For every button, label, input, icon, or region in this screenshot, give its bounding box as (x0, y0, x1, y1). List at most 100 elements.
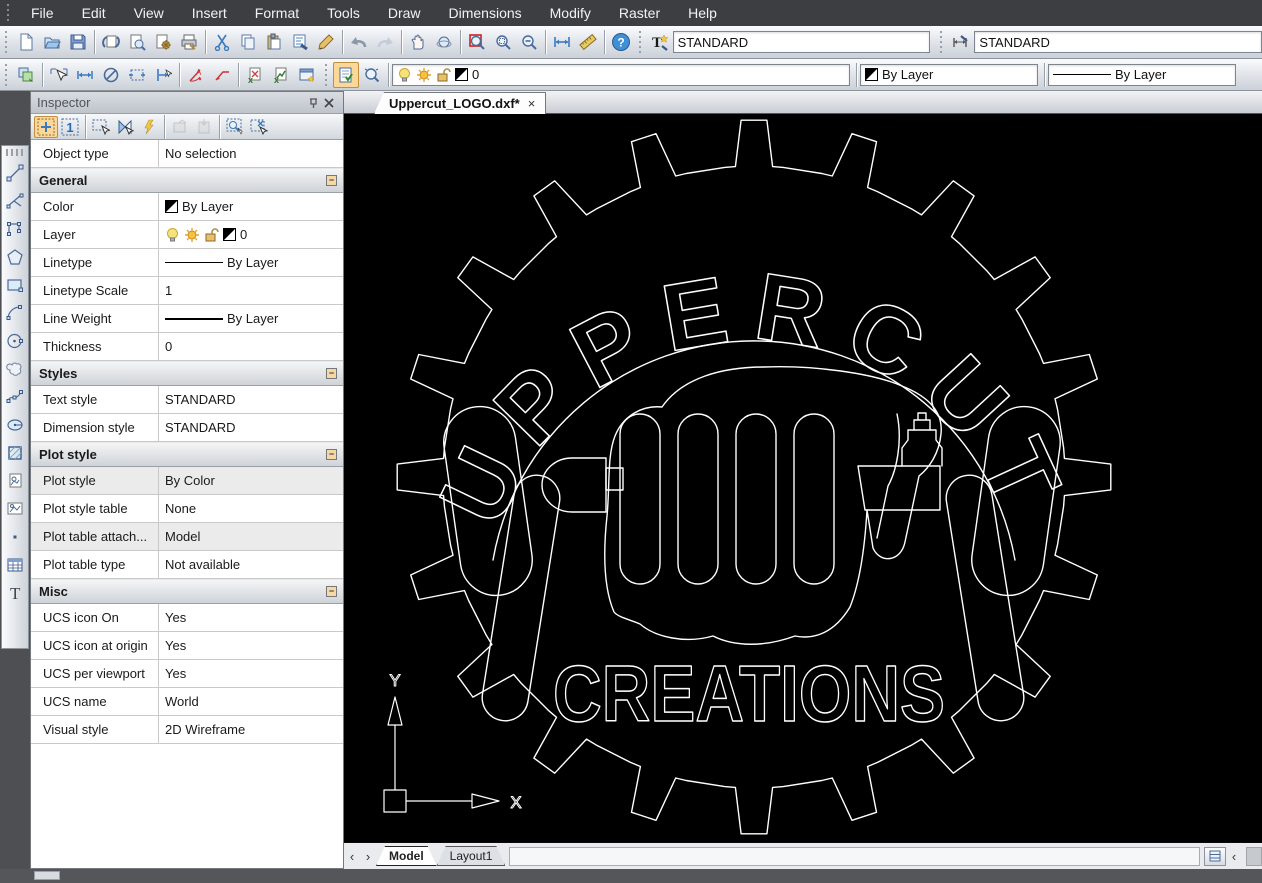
property-row-thickness[interactable]: Thickness 0 (31, 333, 343, 361)
property-row-plot-style-table[interactable]: Plot style table None (31, 495, 343, 523)
export-x-button[interactable]: x (242, 62, 268, 88)
find-settings-button[interactable] (359, 62, 385, 88)
dimension-style-combo[interactable]: STANDARD (974, 31, 1262, 53)
distance-snap-button[interactable] (72, 62, 98, 88)
property-row-text-style[interactable]: Text style STANDARD (31, 386, 343, 414)
property-row-line-weight[interactable]: Line Weight By Layer (31, 305, 343, 333)
collapse-icon[interactable]: − (326, 586, 337, 597)
collapse-icon[interactable]: − (326, 175, 337, 186)
cloud-tool-button[interactable] (3, 355, 27, 383)
status-scroll-thumb[interactable] (34, 871, 60, 880)
edit-pencil-button[interactable] (313, 29, 339, 55)
zoom-to-selection-button[interactable] (223, 116, 247, 138)
property-row-ucs-name[interactable]: UCS name World (31, 688, 343, 716)
view-list-button[interactable] (1204, 847, 1226, 866)
property-row-dimension-style[interactable]: Dimension style STANDARD (31, 414, 343, 442)
property-row-ucs-icon-on[interactable]: UCS icon On Yes (31, 604, 343, 632)
section-header-styles[interactable]: Styles − (31, 361, 343, 386)
spline-tool-button[interactable] (3, 383, 27, 411)
insert-image-tool-button[interactable] (3, 467, 27, 495)
property-row-linetype[interactable]: Linetype By Layer (31, 249, 343, 277)
toolbar-grip-handle[interactable] (938, 31, 945, 53)
angle-dimension-button[interactable]: A (183, 62, 209, 88)
property-row-color[interactable]: Color By Layer (31, 193, 343, 221)
menu-insert[interactable]: Insert (178, 0, 241, 26)
edit-nodes-tool-button[interactable] (3, 215, 27, 243)
menu-modify[interactable]: Modify (536, 0, 605, 26)
sheet-scroll-left-button[interactable]: ‹ (1226, 849, 1242, 864)
collapse-icon[interactable]: − (326, 449, 337, 460)
midpoint-snap-button[interactable] (150, 62, 176, 88)
image-frame-tool-button[interactable] (3, 495, 27, 523)
menu-raster[interactable]: Raster (605, 0, 674, 26)
save-button[interactable] (65, 29, 91, 55)
import-x-button[interactable]: x (268, 62, 294, 88)
text-tool-button[interactable]: T (3, 579, 27, 607)
property-row-plot-table-type[interactable]: Plot table type Not available (31, 551, 343, 579)
toolbar-grip-handle[interactable] (3, 31, 10, 53)
menu-help[interactable]: Help (674, 0, 731, 26)
menu-view[interactable]: View (120, 0, 178, 26)
rectangle-tool-button[interactable] (3, 271, 27, 299)
clear-selection-button[interactable] (247, 116, 271, 138)
circle-tool-button[interactable] (3, 327, 27, 355)
toolbar-grip-handle[interactable] (6, 149, 24, 156)
tab-layout1[interactable]: Layout1 (437, 846, 506, 866)
menu-draw[interactable]: Draw (374, 0, 435, 26)
selection-cursor-button[interactable] (46, 62, 72, 88)
collapse-icon[interactable]: − (326, 368, 337, 379)
menu-grip-handle[interactable] (5, 4, 13, 22)
property-row-object-type[interactable]: Object type No selection (31, 140, 343, 168)
pan-button[interactable] (405, 29, 431, 55)
cut-button[interactable] (209, 29, 235, 55)
close-panel-button[interactable] (321, 95, 337, 111)
copy-properties-button[interactable] (168, 116, 192, 138)
linetype-combo[interactable]: By Layer (1048, 64, 1236, 86)
property-row-plot-style[interactable]: Plot style By Color (31, 467, 343, 495)
property-row-linetype-scale[interactable]: Linetype Scale 1 (31, 277, 343, 305)
property-row-ucs-icon-at-origin[interactable]: UCS icon at origin Yes (31, 632, 343, 660)
undo-button[interactable] (346, 29, 372, 55)
invert-selection-button[interactable] (113, 113, 137, 141)
ruler-button[interactable] (575, 29, 601, 55)
no-snap-button[interactable] (98, 62, 124, 88)
line-tool-button[interactable] (3, 159, 27, 187)
dialog-settings-button[interactable] (294, 62, 320, 88)
toolbar-grip-handle[interactable] (323, 64, 330, 86)
sheet-scroll-track[interactable] (509, 847, 1200, 866)
paste-button[interactable] (261, 29, 287, 55)
menu-file[interactable]: File (17, 0, 68, 26)
quick-filter-button[interactable] (137, 116, 161, 138)
zoom-in-button[interactable] (490, 29, 516, 55)
pin-button[interactable] (305, 95, 321, 111)
add-selection-button[interactable] (34, 116, 58, 138)
section-header-plot-style[interactable]: Plot style − (31, 442, 343, 467)
redo-button[interactable] (372, 29, 398, 55)
measure-distance-button[interactable] (549, 29, 575, 55)
leader-dimension-button[interactable] (209, 62, 235, 88)
window-snap-button[interactable] (124, 62, 150, 88)
print-button[interactable] (176, 29, 202, 55)
open-button[interactable] (39, 29, 65, 55)
hatch-tool-button[interactable] (3, 439, 27, 467)
menu-tools[interactable]: Tools (313, 0, 374, 26)
select-rectangle-button[interactable] (89, 116, 113, 138)
help-button[interactable]: ? (608, 29, 634, 55)
arc-tool-button[interactable] (3, 299, 27, 327)
new-button[interactable] (13, 29, 39, 55)
plot-settings-button[interactable] (150, 29, 176, 55)
point-tool-button[interactable] (3, 523, 27, 551)
tab-close-icon[interactable]: × (528, 96, 536, 111)
toolbar-grip-handle[interactable] (637, 31, 644, 53)
section-header-misc[interactable]: Misc − (31, 579, 343, 604)
orbit-button[interactable] (431, 29, 457, 55)
property-row-plot-table-attach[interactable]: Plot table attach... Model (31, 523, 343, 551)
menu-format[interactable]: Format (241, 0, 313, 26)
property-row-visual-style[interactable]: Visual style 2D Wireframe (31, 716, 343, 744)
paste-properties-button[interactable] (192, 116, 216, 138)
document-tab[interactable]: Uppercut_LOGO.dxf* × (374, 92, 546, 114)
menu-dimensions[interactable]: Dimensions (435, 0, 536, 26)
zoom-window-button[interactable] (464, 29, 490, 55)
property-row-layer[interactable]: Layer 0 (31, 221, 343, 249)
print-preview-button[interactable] (124, 29, 150, 55)
